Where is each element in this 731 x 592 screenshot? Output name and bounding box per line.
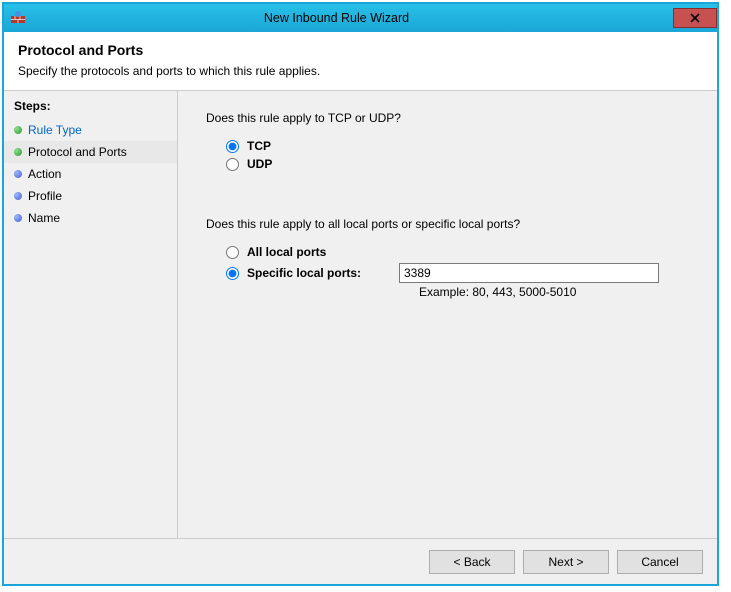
all-ports-row[interactable]: All local ports xyxy=(226,245,689,259)
step-rule-type[interactable]: Rule Type xyxy=(4,119,177,141)
step-label: Rule Type xyxy=(28,123,82,137)
step-bullet-icon xyxy=(14,148,22,156)
radio-specific-ports[interactable] xyxy=(226,267,239,280)
specific-ports-row[interactable]: Specific local ports: xyxy=(226,263,689,283)
radio-all-ports-label[interactable]: All local ports xyxy=(247,245,326,259)
next-button[interactable]: Next > xyxy=(523,550,609,574)
step-name[interactable]: Name xyxy=(4,207,177,229)
step-profile[interactable]: Profile xyxy=(4,185,177,207)
step-bullet-icon xyxy=(14,192,22,200)
page-subtitle: Specify the protocols and ports to which… xyxy=(18,64,703,78)
protocol-question: Does this rule apply to TCP or UDP? xyxy=(206,111,689,125)
protocol-udp-row[interactable]: UDP xyxy=(226,157,689,171)
page-title: Protocol and Ports xyxy=(18,42,703,58)
wizard-header: Protocol and Ports Specify the protocols… xyxy=(4,32,717,91)
step-bullet-icon xyxy=(14,214,22,222)
radio-tcp-label[interactable]: TCP xyxy=(247,139,271,153)
step-label: Protocol and Ports xyxy=(28,145,127,159)
wizard-window: New Inbound Rule Wizard Protocol and Por… xyxy=(2,2,719,586)
cancel-button[interactable]: Cancel xyxy=(617,550,703,574)
step-label: Profile xyxy=(28,189,62,203)
wizard-body: Steps: Rule Type Protocol and Ports Acti… xyxy=(4,91,717,538)
step-action[interactable]: Action xyxy=(4,163,177,185)
ports-question: Does this rule apply to all local ports … xyxy=(206,217,689,231)
back-button[interactable]: < Back xyxy=(429,550,515,574)
step-bullet-icon xyxy=(14,126,22,134)
protocol-tcp-row[interactable]: TCP xyxy=(226,139,689,153)
radio-udp-label[interactable]: UDP xyxy=(247,157,272,171)
radio-all-ports[interactable] xyxy=(226,246,239,259)
titlebar: New Inbound Rule Wizard xyxy=(4,4,717,32)
close-icon xyxy=(690,13,700,23)
radio-specific-ports-label[interactable]: Specific local ports: xyxy=(247,266,361,280)
radio-udp[interactable] xyxy=(226,158,239,171)
steps-sidebar: Steps: Rule Type Protocol and Ports Acti… xyxy=(4,91,178,538)
specific-ports-input[interactable] xyxy=(399,263,659,283)
main-panel: Does this rule apply to TCP or UDP? TCP … xyxy=(178,91,717,538)
step-bullet-icon xyxy=(14,170,22,178)
close-button[interactable] xyxy=(673,8,717,28)
window-title: New Inbound Rule Wizard xyxy=(0,11,673,25)
step-label: Name xyxy=(28,211,60,225)
radio-tcp[interactable] xyxy=(226,140,239,153)
step-label: Action xyxy=(28,167,61,181)
steps-heading: Steps: xyxy=(4,95,177,119)
wizard-footer: < Back Next > Cancel xyxy=(4,538,717,584)
step-protocol-and-ports[interactable]: Protocol and Ports xyxy=(4,141,177,163)
ports-example-text: Example: 80, 443, 5000-5010 xyxy=(419,285,689,299)
